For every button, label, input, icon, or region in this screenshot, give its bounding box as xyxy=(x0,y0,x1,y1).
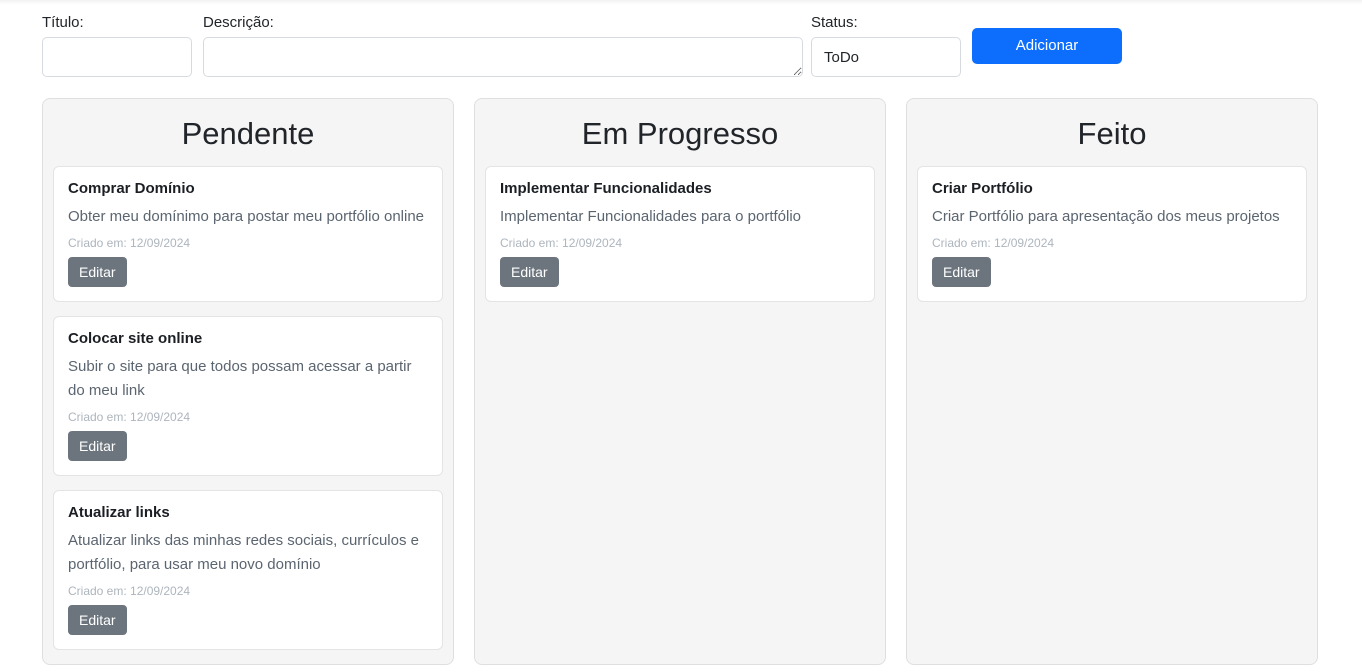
card-list: Implementar Funcionalidades Implementar F… xyxy=(485,166,875,302)
task-card-created-date: Criado em: 12/09/2024 xyxy=(932,236,1055,250)
column-title: Pendente xyxy=(181,116,315,151)
task-card-title: Colocar site online xyxy=(68,330,203,347)
task-card-created-date: Criado em: 12/09/2024 xyxy=(500,236,623,250)
descricao-field-group: Descrição: xyxy=(203,14,803,77)
edit-task-button[interactable]: Editar xyxy=(932,257,991,287)
new-task-form: Título: Descrição: Status: ToDoDoingDone… xyxy=(42,14,1322,84)
task-card-title: Comprar Domínio xyxy=(68,180,195,197)
kanban-board: Pendente Comprar Domínio Obter meu domínim… xyxy=(42,98,1320,665)
task-card[interactable]: Atualizar links Atualizar links das minha… xyxy=(53,490,443,650)
task-card[interactable]: Implementar Funcionalidades Implementar F… xyxy=(485,166,875,302)
task-card-title: Criar Portfólio xyxy=(932,180,1033,197)
task-card-created-date: Criado em: 12/09/2024 xyxy=(68,410,191,424)
board-column: Pendente Comprar Domínio Obter meu domínim… xyxy=(42,98,454,665)
card-list: Criar Portfólio Criar Portfólio para apre… xyxy=(917,166,1307,302)
edit-task-button[interactable]: Editar xyxy=(68,605,127,635)
task-card-created-date: Criado em: 12/09/2024 xyxy=(68,236,191,250)
titulo-field-group: Título: xyxy=(42,14,192,77)
descricao-textarea[interactable] xyxy=(203,37,803,77)
task-card[interactable]: Colocar site online Subir o site para que… xyxy=(53,316,443,476)
edit-task-button[interactable]: Editar xyxy=(500,257,559,287)
task-card-description: Criar Portfólio para apresentação dos me… xyxy=(932,208,1280,225)
task-board-app: Título: Descrição: Status: ToDoDoingDone… xyxy=(0,0,1362,672)
page-top-edge xyxy=(0,0,1362,5)
task-card-description: Atualizar links das minhas redes sociais… xyxy=(68,532,419,573)
card-list: Comprar Domínio Obter meu domínimo para p… xyxy=(53,166,443,650)
board-column: Em Progresso Implementar Funcionalidades I… xyxy=(474,98,886,665)
task-card-description: Implementar Funcionalidades para o portf… xyxy=(500,208,802,225)
status-label: Status: xyxy=(811,14,858,31)
titulo-input[interactable] xyxy=(42,37,192,77)
task-card[interactable]: Criar Portfólio Criar Portfólio para apre… xyxy=(917,166,1307,302)
column-title: Feito xyxy=(1077,116,1147,151)
descricao-label: Descrição: xyxy=(203,14,274,31)
edit-task-button[interactable]: Editar xyxy=(68,257,127,287)
column-title: Em Progresso xyxy=(581,116,779,151)
task-card-created-date: Criado em: 12/09/2024 xyxy=(68,584,191,598)
task-card-title: Implementar Funcionalidades xyxy=(500,180,712,197)
status-select[interactable]: ToDoDoingDone xyxy=(811,37,961,77)
add-task-button[interactable]: Adicionar xyxy=(972,28,1122,64)
titulo-label: Título: xyxy=(42,14,84,31)
task-card-description: Obter meu domínimo para postar meu portf… xyxy=(68,208,425,225)
task-card-title: Atualizar links xyxy=(68,504,170,521)
task-card[interactable]: Comprar Domínio Obter meu domínimo para p… xyxy=(53,166,443,302)
task-card-description: Subir o site para que todos possam acess… xyxy=(68,358,412,399)
board-column: Feito Criar Portfólio Criar Portfólio para… xyxy=(906,98,1318,665)
status-field-group: Status: ToDoDoingDone xyxy=(811,14,961,77)
edit-task-button[interactable]: Editar xyxy=(68,431,127,461)
